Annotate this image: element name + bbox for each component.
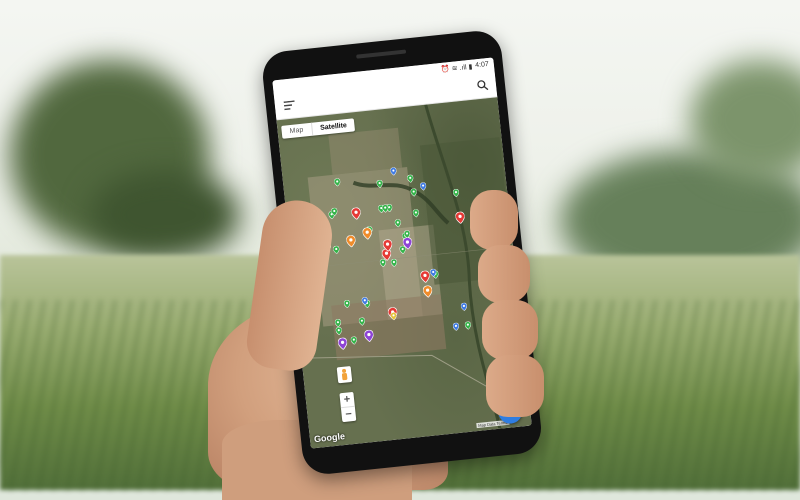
green-map-marker-icon[interactable]	[350, 335, 357, 345]
yellow-map-marker-icon[interactable]	[390, 312, 398, 321]
status-indicators: ⏰ ≋ .ıll ▮	[440, 63, 473, 74]
red-map-marker-icon[interactable]	[382, 238, 392, 252]
hand-finger	[470, 190, 518, 250]
green-map-marker-icon[interactable]	[412, 208, 419, 218]
red-map-marker-icon[interactable]	[350, 207, 361, 221]
green-map-marker-icon[interactable]	[333, 245, 340, 254]
blue-map-marker-icon[interactable]	[420, 182, 427, 191]
blue-map-marker-icon[interactable]	[430, 268, 437, 277]
phone-speaker	[356, 49, 407, 59]
blue-map-marker-icon[interactable]	[460, 302, 468, 312]
green-map-marker-icon[interactable]	[358, 317, 365, 327]
green-map-marker-icon[interactable]	[334, 177, 341, 187]
green-map-marker-icon[interactable]	[335, 327, 342, 336]
zoom-in-button[interactable]: +	[339, 391, 355, 409]
green-map-marker-icon[interactable]	[343, 300, 351, 309]
green-map-marker-icon[interactable]	[406, 174, 414, 183]
green-map-marker-icon[interactable]	[331, 207, 338, 217]
zoom-out-button[interactable]: −	[341, 407, 356, 422]
background-tree	[90, 170, 240, 260]
search-icon[interactable]	[474, 77, 489, 92]
status-time: 4:07	[474, 60, 490, 70]
hand-finger	[482, 300, 538, 360]
green-map-marker-icon[interactable]	[381, 204, 389, 213]
zoom-controls: + −	[339, 391, 357, 423]
orange-map-marker-icon[interactable]	[361, 227, 372, 240]
purple-map-marker-icon[interactable]	[364, 329, 374, 342]
orange-map-marker-icon[interactable]	[422, 285, 433, 299]
red-map-marker-icon[interactable]	[455, 211, 466, 225]
purple-map-marker-icon[interactable]	[402, 237, 413, 250]
hand-finger	[486, 355, 544, 417]
blue-map-marker-icon[interactable]	[452, 322, 459, 331]
green-map-marker-icon[interactable]	[375, 180, 383, 189]
hamburger-menu-icon[interactable]	[281, 97, 296, 112]
blue-map-marker-icon[interactable]	[361, 297, 368, 306]
green-map-marker-icon[interactable]	[464, 321, 471, 330]
red-map-marker-icon[interactable]	[420, 270, 430, 283]
street-view-pegman-icon[interactable]	[336, 365, 353, 384]
green-map-marker-icon[interactable]	[453, 188, 460, 198]
green-map-marker-icon[interactable]	[410, 188, 417, 197]
hand-finger	[478, 245, 530, 303]
green-map-marker-icon[interactable]	[394, 219, 402, 228]
blue-map-marker-icon[interactable]	[390, 167, 397, 176]
purple-map-marker-icon[interactable]	[338, 337, 348, 351]
orange-map-marker-icon[interactable]	[346, 234, 356, 248]
